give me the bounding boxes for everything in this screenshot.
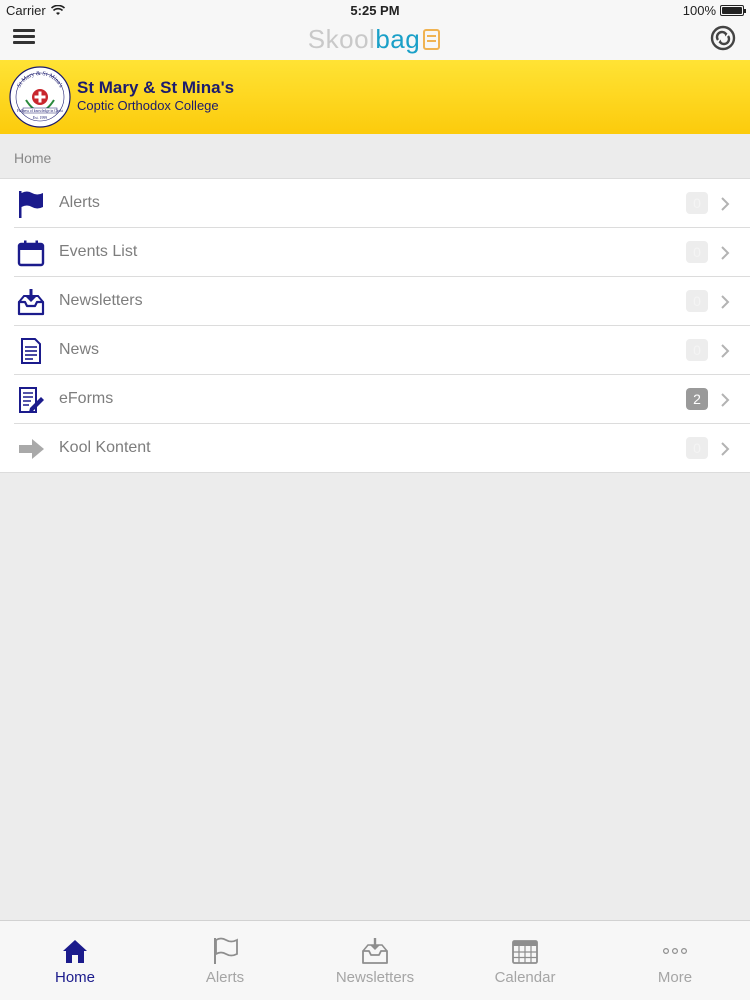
status-time: 5:25 PM (350, 3, 400, 18)
count-badge: 0 (686, 241, 708, 263)
tab-home[interactable]: Home (0, 921, 150, 1000)
menu-item-events-list[interactable]: Events List 0 (0, 228, 750, 277)
status-right: 100% (682, 3, 746, 18)
flag-icon (19, 191, 43, 218)
menu-item-alerts[interactable]: Alerts 0 (0, 179, 750, 228)
menu-item-kool-kontent[interactable]: Kool Kontent 0 (0, 424, 750, 473)
tab-alerts[interactable]: Alerts (150, 921, 300, 1000)
nav-bar: Skoolbag (0, 20, 750, 60)
svg-text:Est. 1999: Est. 1999 (33, 116, 47, 120)
app-logo: Skoolbag (0, 24, 750, 55)
count-badge: 0 (686, 290, 708, 312)
tab-label: Home (54, 969, 95, 986)
status-bar: Carrier 5:25 PM 100% (0, 0, 750, 20)
menu-item-label: eForms (59, 390, 114, 407)
inbox-download-icon (17, 289, 45, 316)
menu-item-label: Kool Kontent (59, 439, 151, 456)
document-icon (21, 338, 41, 364)
tab-calendar[interactable]: Calendar (450, 921, 600, 1000)
menu-item-label: Alerts (59, 194, 100, 211)
tab-label: Calendar (494, 969, 556, 986)
menu-item-news[interactable]: News 0 (0, 326, 750, 375)
battery-fill (722, 7, 742, 14)
form-pen-icon (19, 387, 44, 413)
tab-label: More (657, 969, 693, 986)
chevron-right-icon (721, 393, 730, 407)
main-menu-list: Alerts 0 Events List 0 Newsletters 0 New… (0, 178, 750, 473)
inbox-download-icon (362, 938, 388, 964)
chevron-right-icon (721, 442, 730, 456)
tab-newsletters[interactable]: Newsletters (300, 921, 450, 1000)
chevron-right-icon (721, 295, 730, 309)
menu-item-label: Newsletters (59, 292, 143, 309)
more-dots-icon (662, 948, 688, 955)
school-crest-logo: St Mary & St Mina's Fullness of knowledg… (9, 66, 71, 128)
school-banner: St Mary & St Mina's Fullness of knowledg… (0, 60, 750, 134)
breadcrumb: Home (14, 150, 52, 166)
school-subtitle: Coptic Orthodox College (77, 98, 219, 113)
calendar-grid-icon (512, 940, 538, 964)
tab-label: Alerts (205, 969, 245, 986)
sync-icon (710, 25, 736, 51)
tab-bar: Home Alerts Newsletters Calendar More (0, 920, 750, 1000)
calendar-icon (17, 240, 45, 267)
count-badge: 2 (686, 388, 708, 410)
menu-item-newsletters[interactable]: Newsletters 0 (0, 277, 750, 326)
chevron-right-icon (721, 246, 730, 260)
brand-skool: Skool (307, 24, 376, 54)
flag-icon (214, 937, 238, 964)
menu-item-eforms[interactable]: eForms 2 (0, 375, 750, 424)
school-name: St Mary & St Mina's (77, 78, 235, 97)
tab-label: Newsletters (335, 969, 415, 986)
count-badge: 0 (686, 339, 708, 361)
home-icon (63, 940, 87, 963)
chevron-right-icon (721, 344, 730, 358)
battery-percent: 100% (682, 3, 716, 18)
tab-more[interactable]: More (600, 921, 750, 1000)
count-badge: 0 (686, 437, 708, 459)
chevron-right-icon (721, 197, 730, 211)
sync-button[interactable] (710, 25, 736, 51)
menu-item-label: Events List (59, 243, 138, 260)
books-icon (423, 29, 441, 50)
arrow-right-icon (19, 439, 44, 459)
menu-item-label: News (59, 341, 100, 358)
battery-icon (720, 5, 746, 16)
count-badge: 0 (686, 192, 708, 214)
brand-bag: bag (375, 24, 421, 54)
svg-text:Fullness of knowledge in Chris: Fullness of knowledge in Christ (17, 109, 63, 113)
